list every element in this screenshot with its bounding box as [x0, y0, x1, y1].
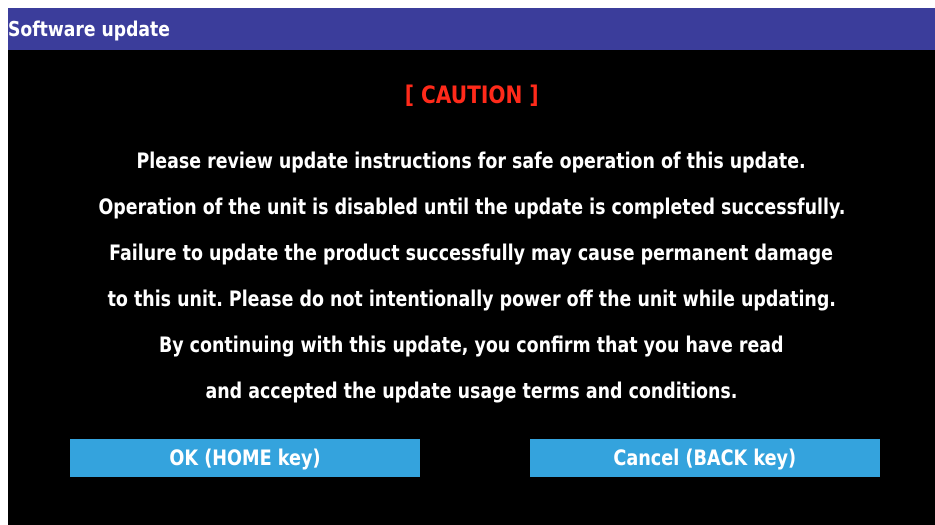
message-line-text: By continuing with this update, you conf…	[159, 333, 784, 357]
message-line-text: Operation of the unit is disabled until …	[98, 195, 845, 219]
message-line-text: Please review update instructions for sa…	[136, 149, 807, 173]
ok-button-label: OK (HOME key)	[169, 446, 321, 470]
message-line: and accepted the update usage terms and …	[8, 368, 935, 414]
message-line-text: Failure to update the product successful…	[109, 241, 834, 265]
cancel-button-label: Cancel (BACK key)	[613, 446, 797, 470]
title-bar: Software update	[8, 8, 935, 50]
cancel-button[interactable]: Cancel (BACK key)	[530, 439, 880, 477]
message-line: Please review update instructions for sa…	[8, 138, 935, 184]
message-line: Operation of the unit is disabled until …	[8, 184, 935, 230]
ok-button[interactable]: OK (HOME key)	[70, 439, 420, 477]
warning-message: Please review update instructions for sa…	[8, 138, 935, 414]
message-line-text: and accepted the update usage terms and …	[205, 379, 738, 403]
message-line: By continuing with this update, you conf…	[8, 322, 935, 368]
software-update-dialog: Software update [ CAUTION ] Please revie…	[8, 8, 935, 525]
message-line-text: to this unit. Please do not intentionall…	[107, 287, 836, 311]
message-line: Failure to update the product successful…	[8, 230, 935, 276]
message-line: to this unit. Please do not intentionall…	[8, 276, 935, 322]
caution-heading: [ CAUTION ]	[8, 80, 935, 110]
window-title: Software update	[8, 17, 170, 41]
caution-label: [ CAUTION ]	[404, 81, 539, 109]
